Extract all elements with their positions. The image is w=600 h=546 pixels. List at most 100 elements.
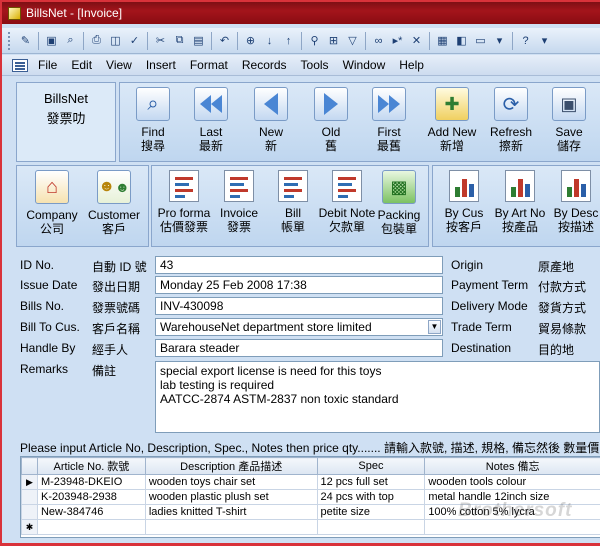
cell-article-no[interactable]: K-203948-2938: [36, 489, 146, 505]
issue-date-label: Issue Date: [20, 278, 78, 292]
help-icon[interactable]: ?: [517, 32, 534, 49]
origin-label: Origin: [451, 258, 484, 272]
cell-article-no[interactable]: New-384746: [36, 504, 146, 520]
payment-term-label-zh: 付款方式: [538, 280, 587, 294]
new-button[interactable]: New 新: [242, 87, 300, 153]
refresh-button[interactable]: ⟳ Refresh 擦新: [482, 87, 540, 153]
sort-ascending-icon[interactable]: ↓: [261, 32, 278, 49]
sort-descending-icon[interactable]: ↑: [280, 32, 297, 49]
copy-icon[interactable]: ⧉: [171, 32, 188, 49]
dropdown-arrow-icon[interactable]: ▾: [491, 32, 508, 49]
invoice-document-icon: [224, 170, 254, 202]
cell-spec[interactable]: 12 pcs full set: [316, 474, 426, 490]
save-button[interactable]: ▣ Save 儲存: [540, 87, 598, 153]
record-selector[interactable]: [21, 504, 38, 520]
handle-by-field[interactable]: Barara steader: [155, 339, 443, 357]
paste-icon[interactable]: ▤: [190, 32, 207, 49]
design-view-icon[interactable]: ✎: [17, 32, 34, 49]
old-button[interactable]: Old 舊: [302, 87, 360, 153]
find-button[interactable]: ⌕ Find 搜尋: [124, 87, 182, 153]
report-chart-icon: [505, 170, 535, 202]
customer-people-icon: ☻ ☻: [97, 170, 131, 204]
column-header-description[interactable]: Description 產品描述: [144, 457, 318, 475]
bills-no-label: Bills No.: [20, 299, 65, 313]
column-header-notes[interactable]: Notes 備忘: [424, 457, 600, 475]
undo-icon[interactable]: ↶: [216, 32, 233, 49]
record-selector-current-icon[interactable]: ▶: [21, 474, 38, 490]
cell-spec[interactable]: [316, 519, 426, 535]
column-header-article-no[interactable]: Article No. 款號: [36, 457, 146, 475]
delete-record-icon[interactable]: ✕: [408, 32, 425, 49]
record-selector[interactable]: [21, 489, 38, 505]
menu-insert[interactable]: Insert: [146, 58, 176, 72]
menu-view[interactable]: View: [106, 58, 132, 72]
entry-hint: Please input Article No, Description, Sp…: [20, 441, 600, 455]
packing-button[interactable]: ▩ Packing 包裝單: [366, 170, 432, 236]
debit-note-document-icon: [332, 170, 362, 202]
save-icon[interactable]: ▣: [43, 32, 60, 49]
prev-arrow-icon: [254, 87, 288, 121]
toolbar-separator: [38, 31, 39, 50]
menu-tools[interactable]: Tools: [301, 58, 329, 72]
properties-icon[interactable]: ▦: [434, 32, 451, 49]
customer-button[interactable]: ☻ ☻ Customer 客戶: [81, 170, 147, 236]
menu-records[interactable]: Records: [242, 58, 287, 72]
cell-notes[interactable]: wooden tools colour: [424, 474, 600, 490]
cell-article-no[interactable]: [36, 519, 146, 535]
menu-help[interactable]: Help: [399, 58, 424, 72]
filter-by-selection-icon[interactable]: ⚲: [306, 32, 323, 49]
menu-format[interactable]: Format: [190, 58, 228, 72]
spelling-icon[interactable]: ✓: [126, 32, 143, 49]
toolbar-options-icon[interactable]: ▾: [536, 32, 553, 49]
menu-bar: File Edit View Insert Format Records Too…: [2, 55, 600, 76]
toolbar-grip[interactable]: [8, 31, 12, 50]
brand-name-zh: 發票叻: [46, 111, 86, 126]
cut-icon[interactable]: ✂: [152, 32, 169, 49]
menu-window[interactable]: Window: [343, 58, 386, 72]
database-window-icon[interactable]: ◧: [453, 32, 470, 49]
issue-date-label-zh: 發出日期: [92, 280, 141, 294]
print-icon[interactable]: ⎙: [88, 32, 105, 49]
payment-term-label: Payment Term: [451, 278, 529, 292]
issue-date-field[interactable]: Monday 25 Feb 2008 17:38: [155, 276, 443, 294]
cell-description[interactable]: ladies knitted T-shirt: [144, 504, 318, 520]
cell-spec[interactable]: petite size: [316, 504, 426, 520]
new-record-icon[interactable]: ▸*: [389, 32, 406, 49]
find-binoculars-icon[interactable]: ∞: [370, 32, 387, 49]
chevron-down-icon[interactable]: ▼: [428, 320, 441, 334]
origin-label-zh: 原產地: [538, 260, 575, 274]
cell-spec[interactable]: 24 pcs with top: [316, 489, 426, 505]
rewind-icon: [194, 87, 228, 121]
company-button[interactable]: ⌂ Company 公司: [19, 170, 85, 236]
last-button[interactable]: Last 最新: [182, 87, 240, 153]
menu-file[interactable]: File: [38, 58, 57, 72]
menu-edit[interactable]: Edit: [71, 58, 92, 72]
refresh-icon: ⟳: [494, 87, 528, 121]
report-chart-icon: [561, 170, 591, 202]
cell-article-no[interactable]: M-23948-DKEIO: [36, 474, 146, 490]
reports-group: By Cus 按客戶 By Art No 按產品 By Desc 按描述: [432, 165, 600, 247]
cell-description[interactable]: wooden plastic plush set: [144, 489, 318, 505]
report-by-description-button[interactable]: By Desc 按描述: [543, 170, 600, 234]
bill-to-value: WarehouseNet department store limited: [160, 320, 372, 334]
standard-toolbar: ✎ ▣ ⌕ ⎙ ◫ ✓ ✂ ⧉ ▤ ↶ ⊕ ↓ ↑ ⚲ ⊞ ▽ ∞ ▸* ✕ ▦…: [2, 28, 600, 54]
handle-by-label-zh: 經手人: [92, 343, 129, 357]
bill-to-combo[interactable]: WarehouseNet department store limited ▼: [155, 318, 443, 336]
toolbar-separator: [211, 31, 212, 50]
add-new-button[interactable]: ✚ Add New 新增: [423, 87, 481, 153]
search-icon[interactable]: ⌕: [62, 32, 79, 49]
id-no-field[interactable]: 43: [155, 256, 443, 274]
new-record-icon[interactable]: ✱: [21, 519, 38, 535]
print-preview-icon[interactable]: ◫: [107, 32, 124, 49]
new-object-icon[interactable]: ▭: [472, 32, 489, 49]
form-menu-icon[interactable]: [12, 58, 28, 72]
apply-filter-icon[interactable]: ▽: [344, 32, 361, 49]
cell-description[interactable]: [144, 519, 318, 535]
first-button[interactable]: First 最舊: [360, 87, 418, 153]
hyperlink-icon[interactable]: ⊕: [242, 32, 259, 49]
filter-by-form-icon[interactable]: ⊞: [325, 32, 342, 49]
column-header-spec[interactable]: Spec: [316, 457, 426, 475]
cell-description[interactable]: wooden toys chair set: [144, 474, 318, 490]
bills-no-field[interactable]: INV-430098: [155, 297, 443, 315]
remarks-textarea[interactable]: special export license is need for this …: [155, 361, 600, 433]
